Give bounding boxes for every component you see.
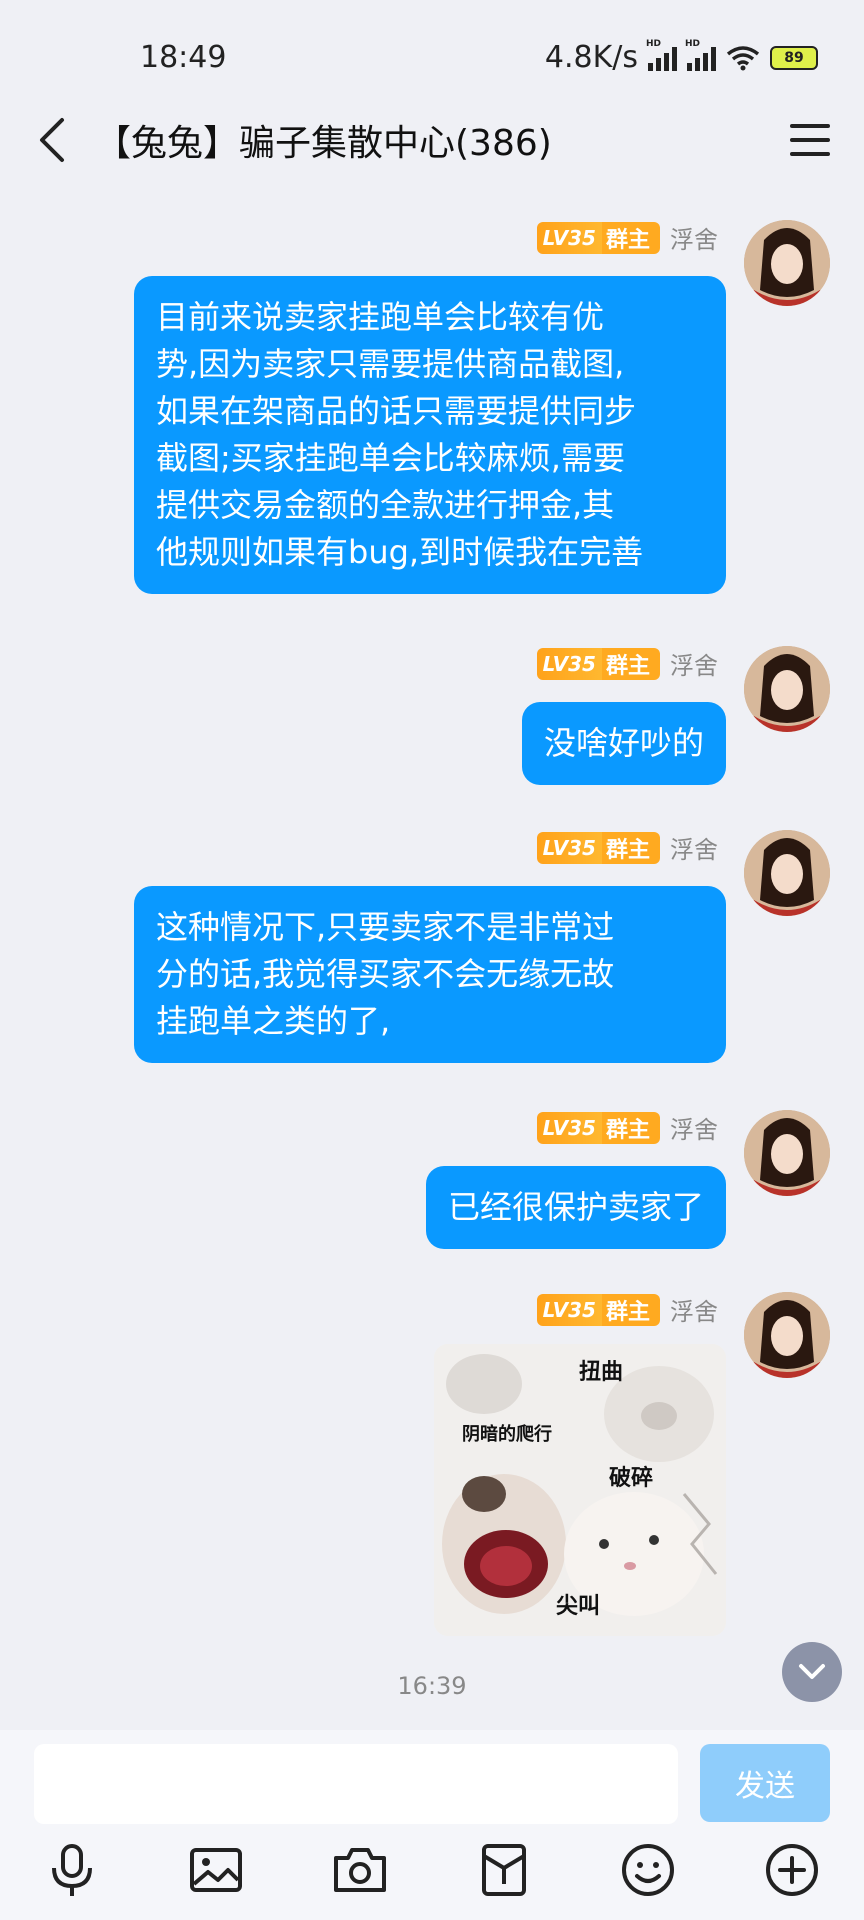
image-icon[interactable] <box>186 1840 246 1900</box>
sticker-label: 扭曲 <box>579 1360 624 1385</box>
sender-name: 浮舍 <box>670 836 718 864</box>
level-badge: LV35 群主 <box>536 1111 660 1144</box>
emoji-icon[interactable] <box>618 1840 678 1900</box>
network-speed: 4.8K/s <box>544 40 638 75</box>
sender-meta: LV35 群主 浮舍 <box>536 646 718 681</box>
group-title[interactable]: 【兔兔】骗子集散中心(386) <box>95 114 552 166</box>
input-bar: 发送 <box>0 1730 864 1920</box>
avatar[interactable] <box>744 646 830 732</box>
message-bubble[interactable]: 已经很保护卖家了 <box>425 1166 726 1249</box>
level-badge: LV35 群主 <box>536 1293 660 1326</box>
chat-header: 【兔兔】骗子集散中心(386) <box>0 90 864 190</box>
message-bubble[interactable]: 目前来说卖家挂跑单会比较有优 势,因为卖家只需要提供商品截图, 如果在架商品的话… <box>134 276 726 594</box>
sender-name: 浮舍 <box>670 1116 718 1144</box>
sticker-label: 阴暗的爬行 <box>462 1424 552 1445</box>
microphone-icon[interactable] <box>42 1840 102 1900</box>
sticker-label: 尖叫 <box>556 1594 601 1619</box>
status-time: 18:49 <box>140 40 227 75</box>
menu-icon[interactable] <box>786 116 834 164</box>
camera-icon[interactable] <box>330 1840 390 1900</box>
avatar[interactable] <box>744 1292 830 1378</box>
scroll-to-bottom-button[interactable] <box>782 1642 842 1702</box>
input-toolbar <box>0 1840 864 1910</box>
back-arrow-icon[interactable] <box>28 112 78 168</box>
sticker-label: 破碎 <box>609 1466 654 1491</box>
battery-icon: 89 <box>770 45 818 70</box>
sender-name: 浮舍 <box>670 226 718 254</box>
level-badge: LV35 群主 <box>536 647 660 680</box>
sender-meta: LV35 群主 浮舍 <box>536 1292 718 1327</box>
chat-area: LV35 群主 浮舍 目前来说卖家挂跑单会比较有优 势,因为卖家只需要提供商品截图… <box>0 190 864 1730</box>
sender-meta: LV35 群主 浮舍 <box>536 1110 718 1145</box>
avatar[interactable] <box>744 1110 830 1196</box>
avatar[interactable] <box>744 220 830 306</box>
sender-name: 浮舍 <box>670 652 718 680</box>
sender-meta: LV35 群主 浮舍 <box>536 830 718 865</box>
level-badge: LV35 群主 <box>536 221 660 254</box>
avatar[interactable] <box>744 830 830 916</box>
sticker-image[interactable]: 扭曲 阴暗的爬行 破碎 尖叫 <box>434 1344 726 1636</box>
status-icons: 4.8K/s HD HD 89 <box>544 39 818 75</box>
wifi-icon <box>726 45 760 70</box>
chevron-down-icon <box>799 1664 825 1679</box>
sender-name: 浮舍 <box>670 1298 718 1326</box>
chat-timestamp: 16:39 <box>397 1672 467 1700</box>
message-bubble[interactable]: 这种情况下,只要卖家不是非常过 分的话,我觉得买家不会无缘无故 挂跑单之类的了, <box>134 886 726 1063</box>
message-bubble[interactable]: 没啥好吵的 <box>521 702 726 785</box>
send-button[interactable]: 发送 <box>700 1744 830 1822</box>
message-input[interactable] <box>34 1744 678 1824</box>
red-packet-icon[interactable] <box>474 1840 534 1900</box>
sender-meta: LV35 群主 浮舍 <box>536 220 718 255</box>
plus-icon[interactable] <box>762 1840 822 1900</box>
signal-icon: HD <box>646 39 677 71</box>
signal-icon-2: HD <box>685 39 716 71</box>
level-badge: LV35 群主 <box>536 831 660 864</box>
